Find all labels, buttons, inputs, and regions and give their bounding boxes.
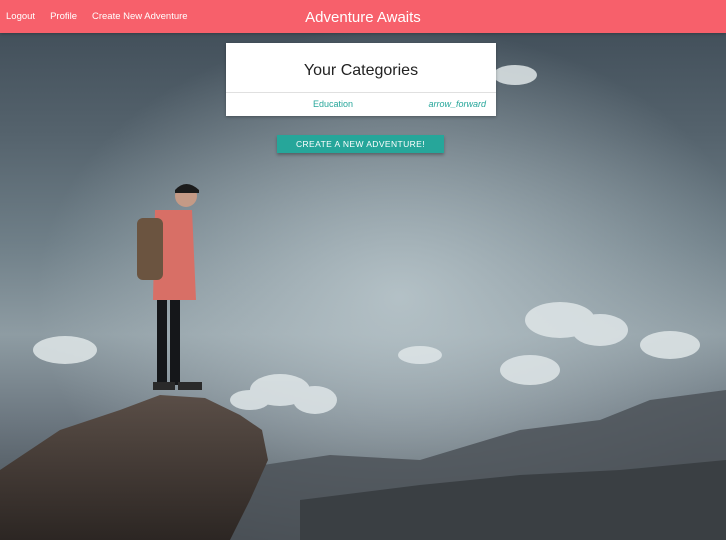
page: Logout Profile Create New Adventure Adve…: [0, 0, 726, 540]
categories-card: Your Categories Education arrow_forward: [226, 43, 496, 116]
category-label-education[interactable]: Education: [313, 99, 353, 109]
brand-title[interactable]: Adventure Awaits: [305, 9, 421, 26]
category-list-item[interactable]: Education arrow_forward: [226, 93, 496, 116]
profile-link[interactable]: Profile: [50, 11, 77, 22]
create-new-adventure-link[interactable]: Create New Adventure: [92, 11, 188, 22]
logout-link[interactable]: Logout: [6, 11, 35, 22]
top-navbar: Logout Profile Create New Adventure Adve…: [0, 0, 726, 33]
create-new-adventure-button[interactable]: CREATE A NEW ADVENTURE!: [277, 135, 444, 153]
arrow-forward-icon[interactable]: arrow_forward: [428, 99, 486, 109]
categories-card-title: Your Categories: [226, 43, 496, 93]
nav-links: Logout Profile Create New Adventure: [0, 11, 203, 22]
